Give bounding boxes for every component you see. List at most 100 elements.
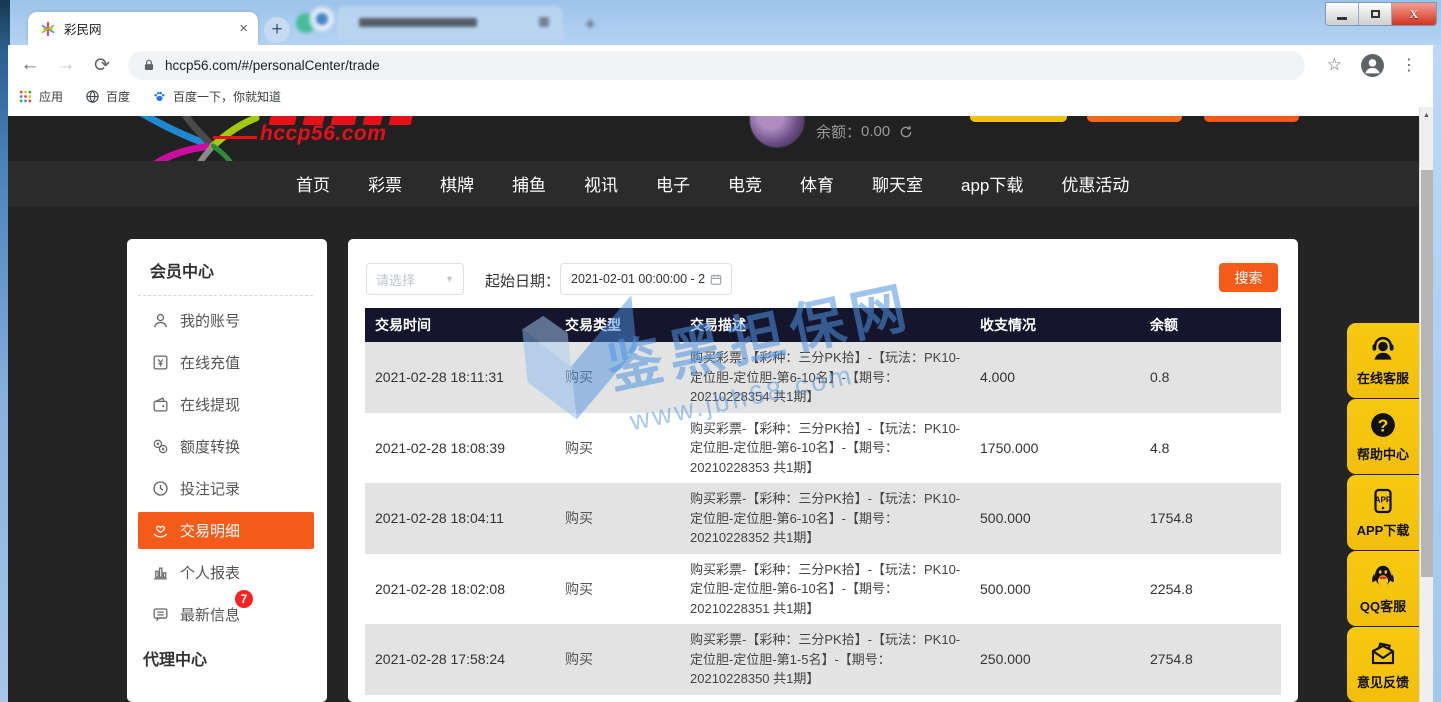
float-menu-button[interactable]: 在线客服 [1347,323,1419,398]
sidebar-item[interactable]: 个人报表 [138,554,314,591]
type-select[interactable]: 请选择 ▼ [366,263,464,295]
cell-description: 购买彩票-【彩种：三分PK拾】-【玩法：PK10-定位胆-定位胆-第6-10名】… [680,342,970,413]
cell-description: 购买彩票-【彩种：三分PK拾】-【玩法：PK10-定位胆-定位胆-第6-10名】… [680,554,970,625]
nav-item[interactable]: 优惠活动 [1061,171,1129,196]
header-action-button-cropped[interactable] [970,116,1067,122]
screen: + X 彩民网 × + ← → ⟳ hccp56.com/#/personalC… [0,0,1441,702]
cell-balance: 2754.8 [1140,651,1281,667]
page-scrollbar[interactable]: ▲ [1419,107,1433,702]
sidebar-item[interactable]: 投注记录 [138,470,314,507]
float-menu-button[interactable]: QQ客服 [1347,551,1419,626]
maximize-button[interactable] [1359,3,1392,25]
float-menu-button[interactable]: APP APP下载 [1347,475,1419,550]
balance-label: 余额： [816,121,861,142]
sidebar-item[interactable]: 我的账号 [138,302,314,339]
column-header: 余额 [1140,315,1281,335]
profile-avatar-icon[interactable] [1360,53,1385,78]
tab-title: 彩民网 [64,19,239,38]
select-placeholder: 请选择 [376,270,415,289]
nav-item[interactable]: 电竞 [728,171,762,196]
nav-item[interactable]: 体育 [800,171,834,196]
date-range-input[interactable] [569,271,707,287]
cell-description: 购买彩票-【彩种：三分PK拾】-【玩法：PK10-定位胆-定位胆-第6-10名】… [680,413,970,484]
cell-amount: 500.000 [970,510,1140,526]
date-range-picker[interactable] [560,263,732,295]
bookmark-item[interactable]: 百度一下，你就知道 [152,88,281,105]
recharge-icon [151,353,170,372]
cell-amount: 4.000 [970,369,1140,385]
close-button[interactable]: X [1392,3,1436,25]
panel-title: 会员中心 [127,239,327,295]
sidebar-item[interactable]: 在线提现 [138,386,314,423]
nav-item[interactable]: 棋牌 [440,171,474,196]
paw-icon [152,89,167,104]
nav-item[interactable]: 彩票 [368,171,402,196]
cell-time: 2021-02-28 18:02:08 [365,581,555,597]
forward-icon[interactable]: → [52,51,80,79]
feedback-icon [1368,638,1398,668]
header-action-button-cropped[interactable] [1087,116,1182,122]
date-range-label: 起始日期： [485,270,560,291]
cell-time: 2021-02-28 17:58:24 [365,651,555,667]
chevron-down-icon: ▼ [445,274,454,284]
user-icon [151,311,170,330]
address-bar[interactable]: hccp56.com/#/personalCenter/trade [128,51,1305,80]
cell-type: 购买 [555,579,680,599]
message-icon [151,605,170,624]
background-window-tab [337,6,563,39]
cell-type: 购买 [555,438,680,458]
bookmark-item[interactable]: 百度 [85,88,130,105]
calendar-icon [709,272,723,287]
page-top-strip [8,107,1419,116]
search-button[interactable]: 搜索 [1219,263,1278,292]
main-nav: 首页 彩票 棋牌 捕鱼 视讯 电子 电竞 体育 聊天室 app下载 优惠活动 [8,161,1419,206]
table-row: 2021-02-28 17:58:07 撤销退单 撤销注单-【彩种：三分PK拾】… [365,695,1281,702]
tab-close-icon[interactable]: × [239,21,248,36]
float-menu-button[interactable]: 意见反馈 [1347,627,1419,702]
float-menu-button[interactable]: ? 帮助中心 [1347,399,1419,474]
browser-menu-icon[interactable]: ⋮ [1401,55,1417,75]
table-row: 2021-02-28 18:02:08 购买 购买彩票-【彩种：三分PK拾】-【… [365,554,1281,625]
minimize-button[interactable] [1326,3,1359,25]
nav-item[interactable]: 视讯 [584,171,618,196]
sidebar-item[interactable]: 最新信息 7 [138,596,314,633]
transactions-table: 交易时间交易类型交易描述收支情况余额 2021-02-28 18:11:31 购… [365,308,1281,702]
user-avatar[interactable] [749,116,805,148]
bookmark-star-icon[interactable]: ☆ [1327,55,1342,75]
table-row: 2021-02-28 18:11:31 购买 购买彩票-【彩种：三分PK拾】-【… [365,342,1281,413]
header-action-button-cropped[interactable] [1204,116,1299,122]
notification-badge: 7 [235,590,253,608]
nav-item[interactable]: 电子 [656,171,690,196]
cell-description: 购买彩票-【彩种：三分PK拾】-【玩法：PK10-定位胆-定位胆-第6-10名】… [680,483,970,554]
sidebar-item[interactable]: 额度转换 [138,428,314,465]
scroll-up-icon[interactable]: ▲ [1420,107,1433,123]
new-tab-button[interactable]: + [264,17,290,43]
logo-domain-text[interactable]: hccp56.com [260,122,386,146]
nav-item[interactable]: app下载 [961,171,1023,196]
qq-icon [1368,562,1398,592]
cell-type: 购买 [555,508,680,528]
question-icon: ? [1368,410,1398,440]
background-browser-icon [309,6,335,32]
member-center-panel: 会员中心 我的账号 在线充值 [127,239,327,702]
browser-tab[interactable]: 彩民网 × [28,12,258,45]
report-icon [151,563,170,582]
refresh-balance-icon[interactable] [898,124,914,140]
sidebar-item[interactable]: 交易明细 [138,512,314,549]
agent-center-title: 代理中心 [127,638,327,670]
nav-item[interactable]: 首页 [296,171,330,196]
nav-item[interactable]: 聊天室 [872,171,923,196]
url-text[interactable]: hccp56.com/#/personalCenter/trade [165,58,380,73]
nav-item[interactable]: 捕鱼 [512,171,546,196]
reload-icon[interactable]: ⟳ [88,51,116,79]
window-controls: X [1325,2,1437,26]
globe-icon [85,89,100,104]
sidebar-item[interactable]: 在线充值 [138,344,314,381]
bookmark-item[interactable]: 应用 [18,88,63,105]
background-newtab-glyph: + [585,14,599,28]
withdraw-icon [151,395,170,414]
scrollbar-thumb[interactable] [1421,170,1433,577]
back-icon[interactable]: ← [16,51,44,79]
table-header: 交易时间交易类型交易描述收支情况余额 [365,308,1281,342]
cell-balance: 0.8 [1140,369,1281,385]
